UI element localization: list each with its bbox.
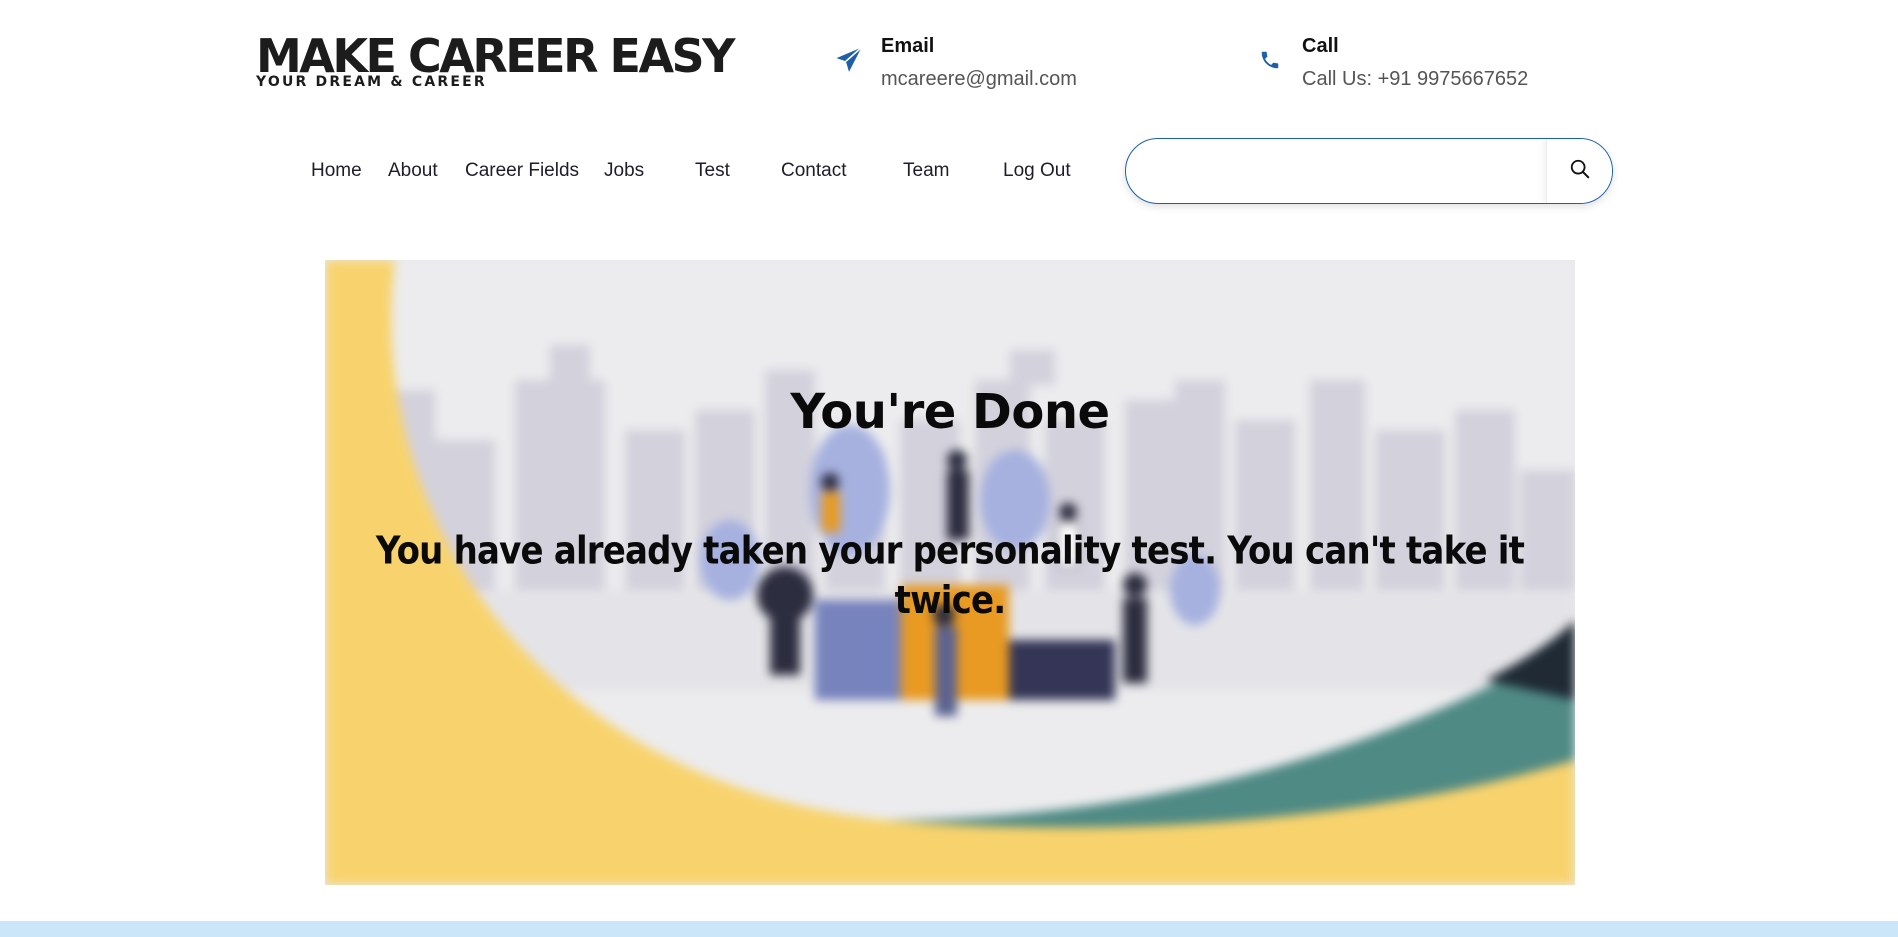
phone-icon bbox=[1254, 44, 1286, 76]
footer-band bbox=[0, 921, 1898, 937]
nav-item-contact[interactable]: Contact bbox=[781, 158, 846, 184]
brand-logo[interactable]: MAKE CAREER EASY YOUR DREAM & CAREER bbox=[256, 30, 735, 90]
hero-message: You have already taken your personality … bbox=[375, 528, 1525, 624]
search-button[interactable] bbox=[1546, 139, 1612, 203]
nav-item-test[interactable]: Test bbox=[695, 158, 730, 184]
contact-call: Call Call Us: +91 9975667652 bbox=[1254, 32, 1528, 93]
nav-item-home[interactable]: Home bbox=[311, 158, 362, 184]
nav-item-jobs[interactable]: Jobs bbox=[604, 158, 644, 184]
nav-item-team[interactable]: Team bbox=[903, 158, 949, 184]
nav-item-career-fields[interactable]: Career Fields bbox=[465, 158, 579, 184]
email-label: Email bbox=[881, 35, 935, 57]
email-value[interactable]: mcareere@gmail.com bbox=[881, 65, 1077, 93]
nav-item-about[interactable]: About bbox=[388, 158, 438, 184]
nav-item-logout[interactable]: Log Out bbox=[1003, 158, 1071, 184]
search-bar bbox=[1125, 138, 1613, 204]
contact-email: Email mcareere@gmail.com bbox=[833, 32, 1077, 93]
hero-banner: You're Done You have already taken your … bbox=[325, 260, 1575, 885]
call-value[interactable]: Call Us: +91 9975667652 bbox=[1302, 65, 1528, 93]
search-input[interactable] bbox=[1126, 139, 1548, 203]
call-label: Call bbox=[1302, 35, 1339, 57]
paper-plane-icon bbox=[833, 44, 865, 76]
search-icon bbox=[1569, 158, 1591, 184]
hero-title: You're Done bbox=[790, 384, 1110, 440]
